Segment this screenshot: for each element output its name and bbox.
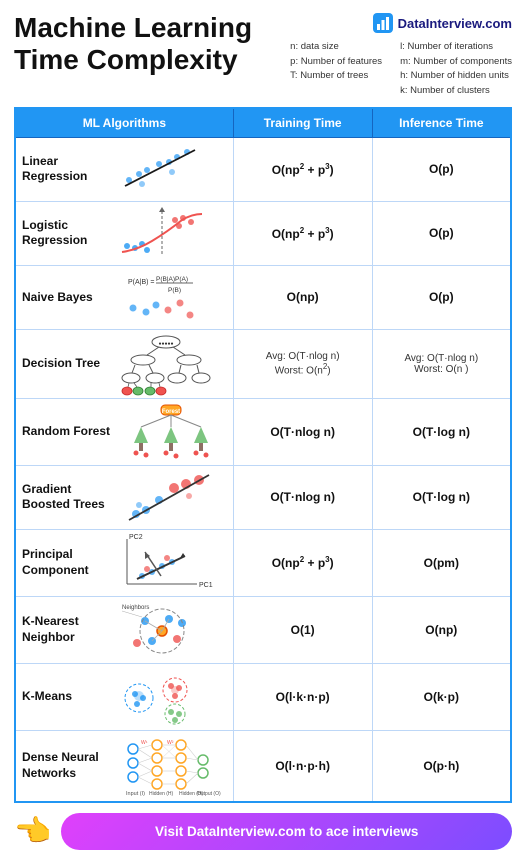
complexity-table: ML Algorithms Training Time Inference Ti… <box>14 107 512 803</box>
inference-complexity: Avg: O(T·nlog n) Worst: O(n ) <box>372 329 511 398</box>
algo-name: PrincipalComponent <box>22 547 92 578</box>
algo-name: K-NearestNeighbor <box>22 614 92 645</box>
training-complexity: O(np2 + p3) <box>233 529 372 596</box>
random-forest-diagram: Forest <box>116 403 227 461</box>
svg-text:Input (I): Input (I) <box>126 791 145 797</box>
brand-icon <box>372 12 394 34</box>
table-row: Decision Tree ●●●●● <box>15 329 511 398</box>
pointer-icon: 👈 <box>14 814 51 849</box>
legend: n: data size p: Number of features T: Nu… <box>290 40 512 99</box>
inference-complexity: O(p) <box>372 137 511 201</box>
linear-regression-diagram <box>98 142 227 197</box>
training-complexity: O(T·nlog n) <box>233 398 372 465</box>
training-complexity: O(np) <box>233 265 372 329</box>
naive-bayes-diagram: P(A|B) = P(B|A)P(A) P(B) <box>99 270 227 325</box>
svg-text:Output (O): Output (O) <box>197 791 221 797</box>
svg-text:Neighbors: Neighbors <box>122 605 149 611</box>
algo-name: K-Means <box>22 689 92 705</box>
legend-left: n: data size p: Number of features T: Nu… <box>290 40 382 99</box>
svg-text:PC2: PC2 <box>129 534 143 541</box>
svg-text:Hidden (H): Hidden (H) <box>149 791 174 797</box>
table-row: K-NearestNeighbor <box>15 596 511 663</box>
svg-text:P(A|B) =: P(A|B) = <box>128 279 155 286</box>
algo-name: Dense NeuralNetworks <box>22 750 99 781</box>
svg-text:PC1: PC1 <box>199 582 213 589</box>
inference-complexity: O(p) <box>372 201 511 265</box>
col-header-training: Training Time <box>233 108 372 138</box>
inference-complexity: O(p·h) <box>372 730 511 802</box>
brand-logo: DataInterview.com <box>372 12 512 34</box>
algo-name: Naive Bayes <box>22 290 93 306</box>
cta-button[interactable]: Visit DataInterview.com to ace interview… <box>61 813 512 850</box>
algo-name: LogisticRegression <box>22 218 92 249</box>
inference-complexity: O(np) <box>372 596 511 663</box>
table-row: PrincipalComponent PC1 PC2 <box>15 529 511 596</box>
inference-complexity: O(p) <box>372 265 511 329</box>
svg-text:P(B|A)P(A): P(B|A)P(A) <box>156 276 188 283</box>
neural-network-diagram: Input (I) Hidden (H) Hidden (H) Output (… <box>105 735 227 797</box>
pca-diagram: PC1 PC2 <box>98 534 227 592</box>
page-header: Machine LearningTime Complexity DataInte… <box>14 12 512 99</box>
logistic-regression-diagram <box>98 206 227 261</box>
brand-name: DataInterview.com <box>398 16 512 31</box>
table-row: K-Means <box>15 663 511 730</box>
footer-cta: 👈 Visit DataInterview.com to ace intervi… <box>14 813 512 850</box>
algo-name: Decision Tree <box>22 356 100 372</box>
col-header-algorithms: ML Algorithms <box>15 108 233 138</box>
brand-area: DataInterview.com n: data size p: Number… <box>290 12 512 99</box>
page-container: Machine LearningTime Complexity DataInte… <box>0 0 526 864</box>
training-complexity: O(T·nlog n) <box>233 465 372 529</box>
inference-complexity: O(T·log n) <box>372 465 511 529</box>
col-header-inference: Inference Time <box>372 108 511 138</box>
knn-diagram: Neighbors <box>98 601 227 659</box>
table-row: GradientBoosted Trees <box>15 465 511 529</box>
table-row: Naive Bayes P(A|B) = P(B|A)P(A) P(B) <box>15 265 511 329</box>
svg-text:●●●●●: ●●●●● <box>159 341 174 347</box>
training-complexity: O(np2 + p3) <box>233 137 372 201</box>
svg-text:P(B): P(B) <box>168 287 181 294</box>
decision-tree-diagram: ●●●●● <box>106 334 227 394</box>
svg-text:W¹: W¹ <box>141 740 148 746</box>
kmeans-diagram <box>98 668 227 726</box>
training-complexity: O(np2 + p3) <box>233 201 372 265</box>
inference-complexity: O(pm) <box>372 529 511 596</box>
algo-name: LinearRegression <box>22 154 92 185</box>
table-row: Dense NeuralNetworks Input (I) Hidden (H… <box>15 730 511 802</box>
svg-text:W²: W² <box>167 740 174 746</box>
training-complexity: Avg: O(T·nlog n) Worst: O(n2) <box>233 329 372 398</box>
training-complexity: O(1) <box>233 596 372 663</box>
table-row: LogisticRegression <box>15 201 511 265</box>
legend-right: l: Number of iterations m: Number of com… <box>400 40 512 99</box>
training-complexity: O(l·n·p·h) <box>233 730 372 802</box>
page-title: Machine LearningTime Complexity <box>14 12 290 76</box>
inference-complexity: O(k·p) <box>372 663 511 730</box>
inference-complexity: O(T·log n) <box>372 398 511 465</box>
algo-name: GradientBoosted Trees <box>22 482 105 513</box>
table-row: LinearRegression <box>15 137 511 201</box>
svg-text:Forest: Forest <box>162 409 180 415</box>
table-row: Random Forest Forest <box>15 398 511 465</box>
gradient-boosted-diagram <box>111 470 227 525</box>
algo-name: Random Forest <box>22 424 110 440</box>
training-complexity: O(l·k·n·p) <box>233 663 372 730</box>
